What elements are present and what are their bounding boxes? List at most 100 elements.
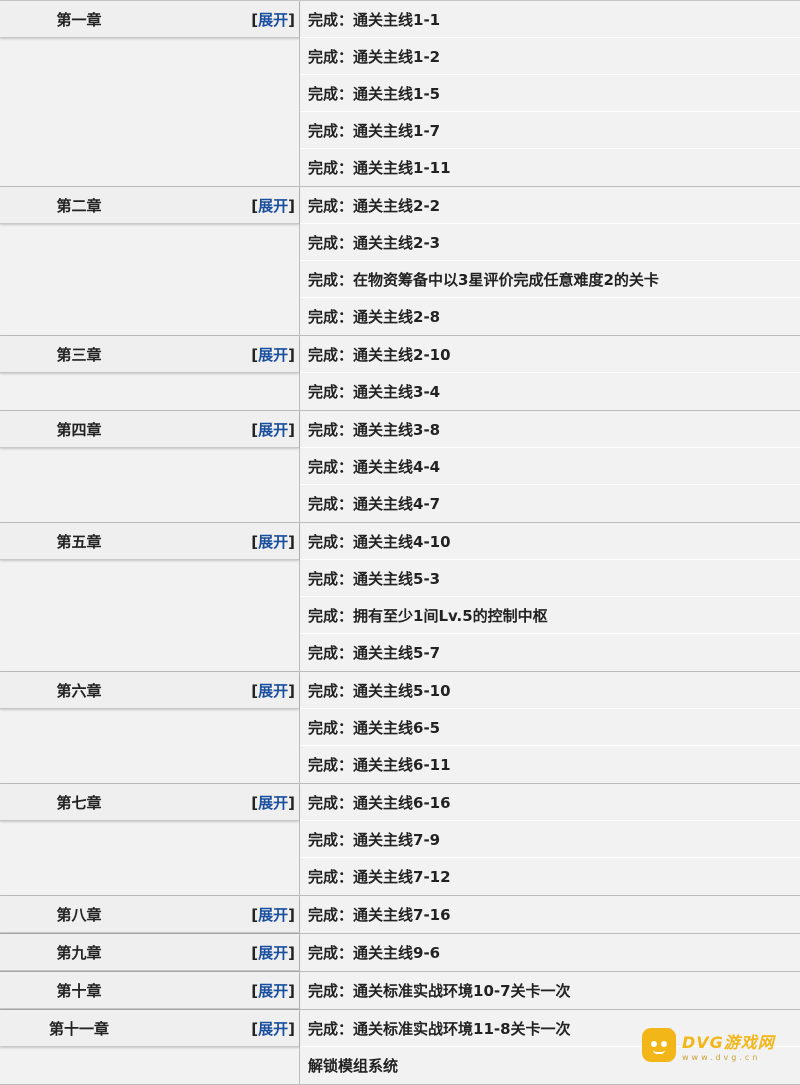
task-item: 完成：通关主线3-8 [300,411,800,448]
chapter-cell: 第一章 [展开] [0,1,300,186]
task-item: 完成：通关主线7-12 [308,868,451,886]
watermark-text: DVG游戏网 www.dvg.cn [682,1029,775,1062]
chapter-group: 第七章 [展开] 完成：通关主线6-16 完成：通关主线7-9 完成：通关主线7-12 [0,784,800,896]
chapter-header: 第四章 [展开] [0,411,299,448]
chapter-title: 第六章 [56,681,102,700]
task-item: 完成：通关主线5-7 [308,644,441,662]
task-item: 完成：通关主线2-3 [300,224,800,261]
chapter-cell: 第六章 [展开] [0,672,300,783]
chapter-cell: 第十一章 [展开] [0,1010,300,1084]
expand-toggle[interactable]: [展开] [251,904,295,925]
chapter-group: 第三章 [展开] 完成：通关主线2-10 完成：通关主线3-4 [0,336,800,411]
task-item: 完成：拥有至少1间Lv.5的控制中枢 [300,597,800,634]
expand-link[interactable]: 展开 [258,1020,288,1038]
expand-link[interactable]: 展开 [258,421,288,439]
expand-link[interactable]: 展开 [258,906,288,924]
expand-link[interactable]: 展开 [258,944,288,962]
task-item: 完成：通关主线1-7 [300,112,800,149]
expand-link[interactable]: 展开 [258,346,288,364]
chapter-header: 第七章 [展开] [0,784,299,821]
expand-link[interactable]: 展开 [258,197,288,215]
bracket-right: ] [288,793,295,812]
expand-link[interactable]: 展开 [258,794,288,812]
chapter-title: 第八章 [56,905,102,924]
chapter-group: 第四章 [展开] 完成：通关主线3-8 完成：通关主线4-4 完成：通关主线4-7 [0,411,800,523]
gamepad-logo-icon [642,1028,676,1062]
task-list: 完成：通关主线6-16 完成：通关主线7-9 完成：通关主线7-12 [300,784,800,895]
chapter-title: 第四章 [56,420,102,439]
task-item: 完成：通关主线5-3 [300,560,800,597]
task-item: 完成：通关主线5-10 [300,672,800,709]
chapter-cell: 第四章 [展开] [0,411,300,522]
chapter-header: 第二章 [展开] [0,187,299,224]
chapter-group: 第八章 [展开] 完成：通关主线7-16 [0,896,800,934]
chapter-header: 第八章 [展开] [0,896,299,933]
chapter-title: 第三章 [56,345,102,364]
chapter-task-table: 第一章 [展开] 完成：通关主线1-1 完成：通关主线1-2 完成：通关主线1-5 完成：… [0,0,800,1085]
task-list: 完成：通关主线3-8 完成：通关主线4-4 完成：通关主线4-7 [300,411,800,522]
expand-toggle[interactable]: [展开] [251,531,295,552]
expand-link[interactable]: 展开 [258,682,288,700]
bracket-right: ] [288,532,295,551]
expand-toggle[interactable]: [展开] [251,195,295,216]
task-list: 完成：通关主线2-10 完成：通关主线3-4 [300,336,800,410]
expand-toggle[interactable]: [展开] [251,680,295,701]
chapter-header: 第九章 [展开] [0,934,299,971]
bracket-right: ] [288,196,295,215]
chapter-group: 第六章 [展开] 完成：通关主线5-10 完成：通关主线6-5 完成：通关主线6-11 [0,672,800,784]
chapter-header: 第十章 [展开] [0,972,299,1009]
chapter-group: 第二章 [展开] 完成：通关主线2-2 完成：通关主线2-3 完成：在物资筹备中以3星评… [0,187,800,336]
bracket-right: ] [288,981,295,1000]
task-item: 完成：通关主线6-5 [300,709,800,746]
chapter-title: 第二章 [56,196,102,215]
expand-toggle[interactable]: [展开] [251,9,295,30]
task-item: 完成：通关主线4-10 [300,523,800,560]
task-list: 完成：通关主线2-2 完成：通关主线2-3 完成：在物资筹备中以3星评价完成任意难度… [300,187,800,335]
bracket-right: ] [288,345,295,364]
chapter-title: 第九章 [56,943,102,962]
task-item: 完成：通关主线6-16 [300,784,800,821]
chapter-header: 第六章 [展开] [0,672,299,709]
expand-toggle[interactable]: [展开] [251,942,295,963]
task-list: 完成：通关主线9-6 [300,934,800,971]
task-item: 完成：通关主线4-7 [308,495,441,513]
task-item: 完成：通关主线2-8 [308,308,441,326]
bracket-right: ] [288,420,295,439]
expand-link[interactable]: 展开 [258,533,288,551]
task-list: 完成：通关主线7-16 [300,896,800,933]
task-item: 完成：通关标准实战环境10-7关卡一次 [308,982,571,1000]
expand-link[interactable]: 展开 [258,11,288,29]
chapter-group: 第五章 [展开] 完成：通关主线4-10 完成：通关主线5-3 完成：拥有至少1间Lv.… [0,523,800,672]
chapter-title: 第十一章 [48,1019,109,1038]
task-item: 完成：通关主线2-2 [300,187,800,224]
expand-toggle[interactable]: [展开] [251,1018,295,1039]
task-item: 完成：通关主线3-4 [308,383,441,401]
bracket-right: ] [288,10,295,29]
chapter-header: 第一章 [展开] [0,1,299,38]
chapter-group: 第一章 [展开] 完成：通关主线1-1 完成：通关主线1-2 完成：通关主线1-5 完成：… [0,1,800,187]
chapter-header: 第十一章 [展开] [0,1010,299,1047]
chapter-cell: 第七章 [展开] [0,784,300,895]
chapter-cell: 第三章 [展开] [0,336,300,410]
task-item: 完成：通关主线1-5 [300,75,800,112]
watermark-title: DVG游戏网 [682,1032,775,1052]
expand-link[interactable]: 展开 [258,982,288,1000]
expand-toggle[interactable]: [展开] [251,419,295,440]
task-item: 完成：通关主线2-10 [300,336,800,373]
chapter-title: 第七章 [56,793,102,812]
chapter-cell: 第二章 [展开] [0,187,300,335]
task-item: 完成：通关主线7-16 [308,906,451,924]
task-list: 完成：通关主线4-10 完成：通关主线5-3 完成：拥有至少1间Lv.5的控制中枢完… [300,523,800,671]
chapter-title: 第五章 [56,532,102,551]
expand-toggle[interactable]: [展开] [251,980,295,1001]
bracket-right: ] [288,1019,295,1038]
task-list: 完成：通关主线1-1 完成：通关主线1-2 完成：通关主线1-5 完成：通关主线1-7… [300,1,800,186]
task-item: 完成：通关主线1-2 [300,38,800,75]
task-item: 完成：通关主线7-9 [300,821,800,858]
task-list: 完成：通关主线5-10 完成：通关主线6-5 完成：通关主线6-11 [300,672,800,783]
site-watermark: DVG游戏网 www.dvg.cn [642,1024,792,1066]
expand-toggle[interactable]: [展开] [251,344,295,365]
chapter-header: 第三章 [展开] [0,336,299,373]
chapter-cell: 第十章 [展开] [0,972,300,1009]
expand-toggle[interactable]: [展开] [251,792,295,813]
